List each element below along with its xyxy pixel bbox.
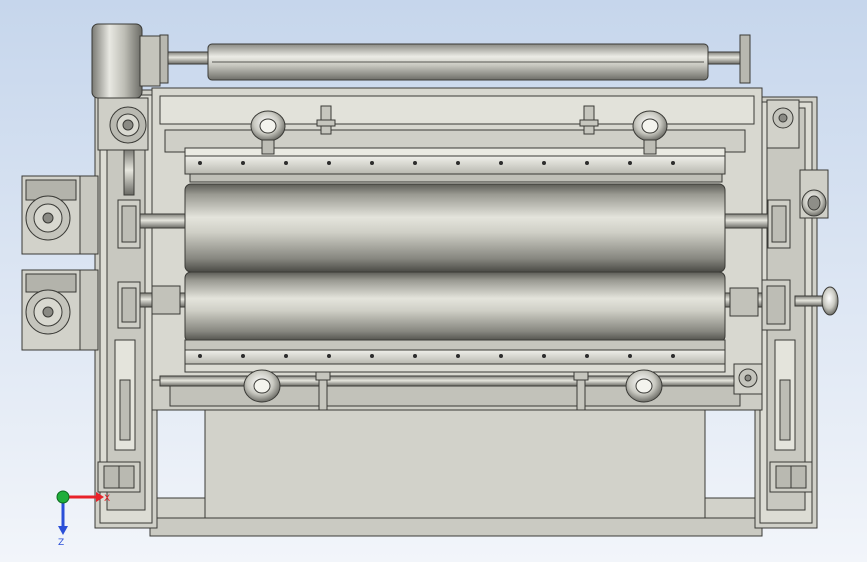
- bolt: [499, 161, 503, 165]
- right-lower-gearbox: [733, 363, 763, 395]
- bolt: [284, 161, 288, 165]
- bolt: [585, 354, 589, 358]
- main-roller-upper: [134, 183, 781, 273]
- bolt: [241, 161, 245, 165]
- bolt: [370, 354, 374, 358]
- bolt: [542, 354, 546, 358]
- triad-x-label: X: [104, 494, 110, 504]
- bolt: [413, 354, 417, 358]
- bolt: [284, 354, 288, 358]
- bolt: [198, 161, 202, 165]
- left-gearbox-lower: [21, 269, 99, 351]
- bolt: [585, 161, 589, 165]
- bolt: [241, 354, 245, 358]
- bolt: [370, 161, 374, 165]
- bolt: [499, 354, 503, 358]
- bolt: [628, 161, 632, 165]
- main-roller-lower: [134, 271, 781, 343]
- bolt: [456, 354, 460, 358]
- bolt: [413, 161, 417, 165]
- eyebolt-bottom-right: [625, 369, 663, 403]
- machine-drawing: X Z: [0, 0, 867, 562]
- left-gearbox-upper: [21, 175, 99, 255]
- bolt: [542, 161, 546, 165]
- bolt: [671, 161, 675, 165]
- bolt: [628, 354, 632, 358]
- right-upper-gearbox: [766, 99, 800, 149]
- bolt: [327, 354, 331, 358]
- bolt: [671, 354, 675, 358]
- triad-y-axis-dot: [56, 490, 70, 504]
- eyebolt-bottom-left: [243, 369, 281, 403]
- bolt: [456, 161, 460, 165]
- right-hand-wheel: [799, 169, 829, 219]
- bolt: [327, 161, 331, 165]
- bolt: [198, 354, 202, 358]
- lower-doctor-bar: [184, 339, 726, 373]
- cad-viewport[interactable]: X Z: [0, 0, 867, 562]
- triad-z-label: Z: [58, 538, 64, 548]
